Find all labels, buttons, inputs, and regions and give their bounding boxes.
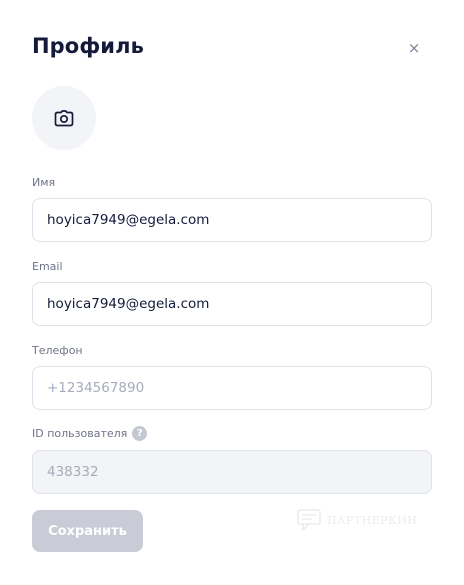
watermark: ПАРТНЕРКИН [297, 509, 417, 531]
profile-dialog: Профиль × Имя Email Телефон ID пользоват… [0, 0, 464, 585]
user-id-label: ID пользователя [32, 427, 128, 440]
user-id-input [32, 450, 432, 494]
close-icon: × [407, 39, 421, 57]
phone-label: Телефон [32, 344, 83, 357]
name-label: Имя [32, 176, 56, 189]
avatar-upload[interactable] [32, 86, 96, 150]
dialog-title: Профиль [32, 34, 144, 58]
name-input[interactable] [32, 198, 432, 242]
phone-input[interactable] [32, 366, 432, 410]
user-id-label-row: ID пользователя ? [32, 426, 148, 441]
email-input[interactable] [32, 282, 432, 326]
camera-icon [54, 109, 74, 126]
save-button[interactable]: Сохранить [32, 510, 143, 552]
email-label: Email [32, 260, 63, 273]
close-button[interactable]: × [404, 38, 424, 58]
watermark-text: ПАРТНЕРКИН [327, 513, 418, 527]
chat-bubble-icon [297, 509, 321, 531]
help-icon[interactable]: ? [132, 426, 148, 441]
